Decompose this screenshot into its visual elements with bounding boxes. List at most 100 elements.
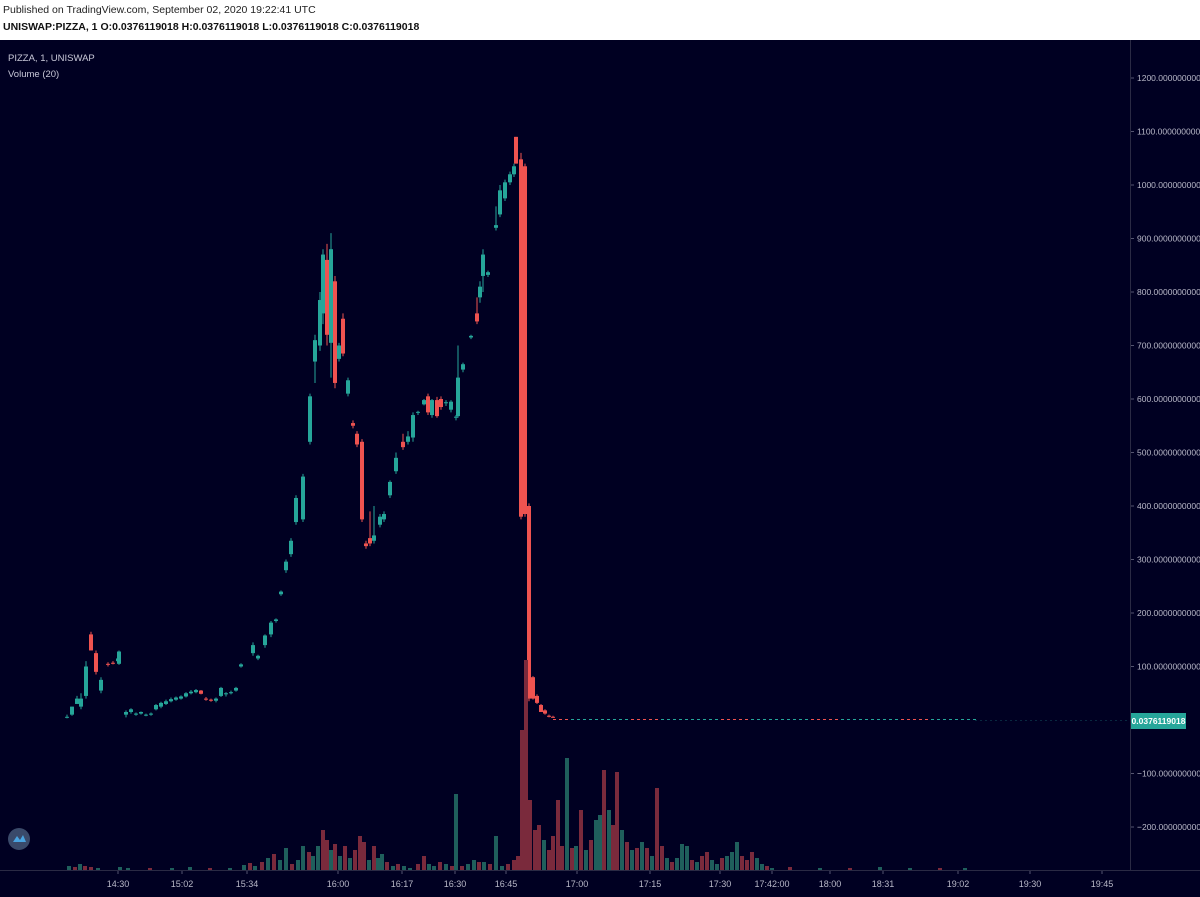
volume-bar xyxy=(353,850,357,870)
flat-candle xyxy=(781,719,784,720)
volume-bar xyxy=(272,854,276,870)
x-tick-label: 15:34 xyxy=(236,879,259,889)
candle-body xyxy=(439,399,443,408)
flat-candle xyxy=(877,719,880,720)
flat-candle xyxy=(847,719,850,720)
flat-candle xyxy=(967,719,970,720)
flat-candle xyxy=(583,719,586,720)
flat-candle xyxy=(649,719,652,720)
flat-candle xyxy=(631,719,634,720)
candle-body xyxy=(519,159,523,517)
x-tick-label: 17:00 xyxy=(566,879,589,889)
candle-body xyxy=(169,699,173,702)
volume-bar xyxy=(537,825,541,870)
candle-body xyxy=(494,225,498,228)
flat-candle xyxy=(577,719,580,720)
x-tick-label: 17:30 xyxy=(709,879,732,889)
volume-bar xyxy=(750,852,754,870)
volume-bar xyxy=(367,860,371,870)
x-tick-label: 19:30 xyxy=(1019,879,1042,889)
flat-candle xyxy=(907,719,910,720)
candle-body xyxy=(461,364,465,370)
flat-candle xyxy=(823,719,826,720)
candle-body xyxy=(355,433,359,445)
volume-bar xyxy=(630,850,634,870)
volume-bar xyxy=(296,860,300,870)
candle-body xyxy=(313,340,317,362)
price-chart-svg[interactable]: 1200.0000000000 1100.0000000000 1000.00000… xyxy=(0,0,1200,897)
flat-candle xyxy=(769,719,772,720)
flat-candle xyxy=(595,719,598,720)
y-tick-label: 700.0000000000 xyxy=(1137,341,1200,351)
candle-body xyxy=(486,272,490,275)
flat-candle xyxy=(571,719,574,720)
candle-body xyxy=(388,481,392,496)
candle-body xyxy=(411,415,415,438)
candle-body xyxy=(214,698,218,701)
candle-body xyxy=(224,693,228,695)
x-tick-label: 15:02 xyxy=(171,879,194,889)
legend-volume[interactable]: Volume (20) xyxy=(8,69,59,80)
candle-body xyxy=(382,514,386,520)
volume-bar xyxy=(533,830,537,870)
candle-body xyxy=(535,695,539,703)
flat-candle xyxy=(901,719,904,720)
candle-body xyxy=(189,691,193,694)
flat-candle xyxy=(655,719,658,720)
candle-body xyxy=(84,666,88,696)
volume-bar xyxy=(635,848,639,870)
volume-bar xyxy=(520,730,524,870)
volume-bar xyxy=(556,800,560,870)
candle-body xyxy=(449,401,453,410)
legend-symbol[interactable]: PIZZA, 1, UNISWAP xyxy=(8,53,95,64)
x-tick-label: 16:45 xyxy=(495,879,518,889)
candle-body xyxy=(159,702,163,707)
volume-bar xyxy=(266,858,270,870)
flat-candle xyxy=(919,719,922,720)
volume-bar xyxy=(321,830,325,870)
flat-candle xyxy=(805,719,808,720)
candle-body xyxy=(209,699,213,701)
flat-candle xyxy=(715,719,718,720)
flat-candle xyxy=(619,719,622,720)
flat-candle xyxy=(943,719,946,720)
volume-bar xyxy=(645,848,649,870)
y-tick-label: −200.0000000000 xyxy=(1137,822,1200,832)
candle-body xyxy=(454,416,458,418)
candle-body xyxy=(89,634,93,651)
candle-body xyxy=(194,690,198,693)
candle-body xyxy=(514,136,518,164)
candle-body xyxy=(360,441,364,520)
candle-body xyxy=(234,687,238,691)
candle-body xyxy=(531,677,535,699)
volume-bar xyxy=(735,842,739,870)
candle-body xyxy=(333,281,337,383)
volume-bar xyxy=(358,836,362,870)
volume-bar xyxy=(482,862,486,870)
volume-bar xyxy=(343,846,347,870)
flat-candle xyxy=(937,719,940,720)
candle-body xyxy=(294,497,298,523)
volume-bar xyxy=(607,810,611,870)
volume-bar xyxy=(338,856,342,870)
candle-body xyxy=(134,713,138,715)
candle-body xyxy=(124,711,128,715)
price-scale-border xyxy=(1130,40,1131,870)
flat-candle xyxy=(775,719,778,720)
candle-body xyxy=(149,713,153,715)
volume-bar xyxy=(301,846,305,870)
volume-bar xyxy=(745,860,749,870)
flat-candle xyxy=(679,719,682,720)
x-tick-label: 16:17 xyxy=(391,879,414,889)
flat-candle xyxy=(925,719,928,720)
tradingview-logo-icon[interactable] xyxy=(8,828,30,850)
flat-candle xyxy=(865,719,868,720)
volume-bar xyxy=(690,860,694,870)
volume-bar xyxy=(675,858,679,870)
x-tick-label: 16:30 xyxy=(444,879,467,889)
flat-candle xyxy=(889,719,892,720)
flat-candle xyxy=(853,719,856,720)
volume-bar xyxy=(362,842,366,870)
candle-body xyxy=(164,701,168,704)
volume-bar xyxy=(311,856,315,870)
